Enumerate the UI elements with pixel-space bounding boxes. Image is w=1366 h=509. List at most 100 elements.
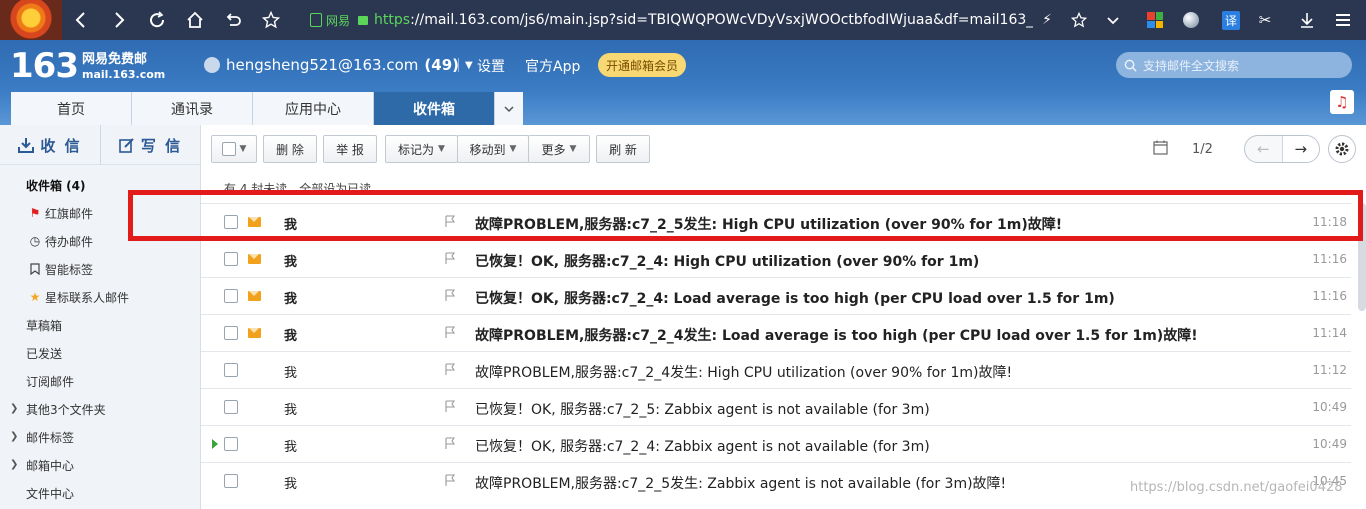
mark-label: 标记为	[398, 142, 435, 157]
page-indicator-text: 1/2	[1192, 142, 1213, 157]
music-icon[interactable]: ♫	[1330, 90, 1354, 114]
sidebar-item-smart-tags[interactable]: 智能标签	[0, 255, 200, 283]
sidebar-item-mail-center[interactable]: ❯ 邮箱中心	[0, 451, 200, 479]
tab-inbox[interactable]: 收件箱	[374, 92, 495, 125]
tab-apps[interactable]: 应用中心	[253, 92, 374, 125]
email-sender: 我	[284, 292, 298, 307]
next-page-arrow-icon[interactable]: →	[1282, 136, 1319, 162]
chevron-down-icon: ▼	[465, 59, 473, 71]
logo[interactable]: 163 网易免费邮 mail.163.com	[10, 48, 165, 84]
select-all-checkbox[interactable]	[221, 142, 236, 156]
reload-icon[interactable]	[138, 0, 176, 40]
email-sender: 我	[284, 329, 298, 344]
page-indicator[interactable]: 1/2	[1192, 142, 1213, 157]
row-checkbox[interactable]	[224, 363, 238, 377]
flag-icon[interactable]	[445, 363, 456, 380]
email-sender: 我	[284, 440, 298, 455]
sidebar-item-file-center[interactable]: 文件中心	[0, 479, 200, 507]
prev-page-arrow-icon[interactable]: ←	[1245, 136, 1283, 162]
email-subject[interactable]: 已恢复！OK, 服务器:c7_2_5: Zabbix agent is not …	[475, 399, 930, 419]
pencil-icon	[119, 138, 134, 153]
flag-icon[interactable]	[445, 400, 456, 417]
account-email: hengsheng521@163.com	[226, 56, 419, 74]
settings-link[interactable]: 设置	[477, 56, 505, 76]
home-icon[interactable]	[176, 0, 214, 40]
app-link[interactable]: 官方App	[525, 56, 580, 76]
globe-icon[interactable]	[1174, 0, 1208, 40]
scissors-icon[interactable]: ✂︎	[1248, 0, 1282, 40]
account-menu[interactable]: hengsheng521@163.com (49) ▼	[204, 56, 473, 74]
email-row[interactable]: 我 已恢复！OK, 服务器:c7_2_5: Zabbix agent is not…	[201, 388, 1351, 425]
chevron-down-icon: ▼	[239, 144, 247, 154]
forward-icon[interactable]	[100, 0, 138, 40]
row-checkbox[interactable]	[224, 326, 238, 340]
dropdown-chevron-icon[interactable]	[1096, 0, 1130, 40]
email-subject[interactable]: 故障PROBLEM,服务器:c7_2_4发生: Load average is …	[475, 325, 1198, 345]
sidebar-item-other-folders[interactable]: ❯ 其他3个文件夹	[0, 395, 200, 423]
flag-icon[interactable]	[445, 437, 456, 454]
bookmark-star-icon[interactable]	[252, 0, 290, 40]
profile-avatar[interactable]	[0, 0, 62, 40]
email-subject[interactable]: 已恢复！OK, 服务器:c7_2_4: Zabbix agent is not …	[475, 436, 930, 456]
select-all-dropdown[interactable]: ▼	[211, 135, 257, 163]
delete-button[interactable]: 删 除	[263, 135, 317, 163]
flag-icon[interactable]	[445, 289, 456, 306]
report-button[interactable]: 举 报	[323, 135, 377, 163]
menu-icon[interactable]	[1326, 0, 1360, 40]
sidebar-item-drafts[interactable]: 草稿箱	[0, 311, 200, 339]
main-tabs: 首页 通讯录 应用中心 收件箱	[11, 92, 523, 125]
email-row[interactable]: 我 故障PROBLEM,服务器:c7_2_4发生: High CPU utiliz…	[201, 351, 1351, 388]
email-subject[interactable]: 已恢复！OK, 服务器:c7_2_4: High CPU utilization…	[475, 251, 979, 271]
search-input[interactable]: 支持邮件全文搜索	[1116, 52, 1352, 78]
mail-header: 163 网易免费邮 mail.163.com hengsheng521@163.…	[0, 40, 1366, 125]
flag-icon[interactable]	[445, 252, 456, 269]
sidebar-item-subscriptions[interactable]: 订阅邮件	[0, 367, 200, 395]
row-checkbox[interactable]	[224, 400, 238, 414]
translate-icon[interactable]: 译	[1214, 0, 1248, 40]
pager: ← →	[1244, 135, 1320, 163]
flag-icon[interactable]	[445, 474, 456, 491]
back-icon[interactable]	[62, 0, 100, 40]
sidebar: 收 信 写 信 收件箱 (4) ⚑ 红旗邮件 ◷ 待办邮件 智能标签 ★ 星标联系人邮…	[0, 125, 201, 509]
tab-contacts[interactable]: 通讯录	[132, 92, 253, 125]
bookmark-icon	[28, 262, 42, 276]
sidebar-item-mail-tags[interactable]: ❯ 邮件标签	[0, 423, 200, 451]
vip-button[interactable]: 开通邮箱会员	[598, 53, 686, 77]
email-time: 10:49	[1312, 400, 1347, 414]
unread-envelope-icon	[248, 291, 261, 301]
email-row[interactable]: 我 已恢复！OK, 服务器:c7_2_4: Zabbix agent is not…	[201, 425, 1351, 462]
row-checkbox[interactable]	[224, 289, 238, 303]
refresh-button[interactable]: 刷 新	[596, 135, 650, 163]
email-subject[interactable]: 故障PROBLEM,服务器:c7_2_5发生: Zabbix agent is …	[475, 473, 1006, 493]
flag-icon[interactable]	[445, 326, 456, 343]
favorite-star-icon[interactable]	[1062, 0, 1096, 40]
tab-more-chevron-icon[interactable]	[495, 92, 523, 125]
apps-grid-icon[interactable]	[1138, 0, 1172, 40]
row-checkbox[interactable]	[224, 474, 238, 488]
calendar-icon[interactable]	[1153, 140, 1168, 159]
settings-gear-icon[interactable]	[1328, 135, 1356, 163]
compose-bar: 收 信 写 信	[0, 125, 200, 165]
receive-button[interactable]: 收 信	[0, 125, 100, 165]
sidebar-item-sent[interactable]: 已发送	[0, 339, 200, 367]
email-row[interactable]: 我 已恢复！OK, 服务器:c7_2_4: High CPU utilizatio…	[201, 240, 1351, 277]
sidebar-item-starred-contacts[interactable]: ★ 星标联系人邮件	[0, 283, 200, 311]
row-checkbox[interactable]	[224, 437, 238, 451]
email-subject[interactable]: 故障PROBLEM,服务器:c7_2_4发生: High CPU utiliza…	[475, 362, 1012, 382]
more-dropdown[interactable]: 更多 ▼	[528, 135, 590, 163]
email-row[interactable]: 我 故障PROBLEM,服务器:c7_2_4发生: Load average is…	[201, 314, 1351, 351]
email-row[interactable]: 我 已恢复！OK, 服务器:c7_2_4: Load average is too…	[201, 277, 1351, 314]
row-checkbox[interactable]	[224, 252, 238, 266]
lightning-icon[interactable]: ⚡︎	[1030, 0, 1064, 40]
download-icon[interactable]	[1290, 0, 1324, 40]
move-to-dropdown[interactable]: 移动到 ▼	[457, 135, 529, 163]
account-icon	[204, 57, 220, 73]
write-button[interactable]: 写 信	[100, 125, 200, 165]
mark-as-dropdown[interactable]: 标记为 ▼	[385, 135, 458, 163]
undo-close-icon[interactable]	[214, 0, 252, 40]
email-subject[interactable]: 已恢复！OK, 服务器:c7_2_4: Load average is too …	[475, 288, 1115, 308]
tab-home[interactable]: 首页	[11, 92, 132, 125]
chevron-right-icon: ❯	[10, 431, 19, 442]
security-indicator[interactable]: 网易	[310, 12, 369, 29]
more-label: 更多	[541, 142, 566, 157]
